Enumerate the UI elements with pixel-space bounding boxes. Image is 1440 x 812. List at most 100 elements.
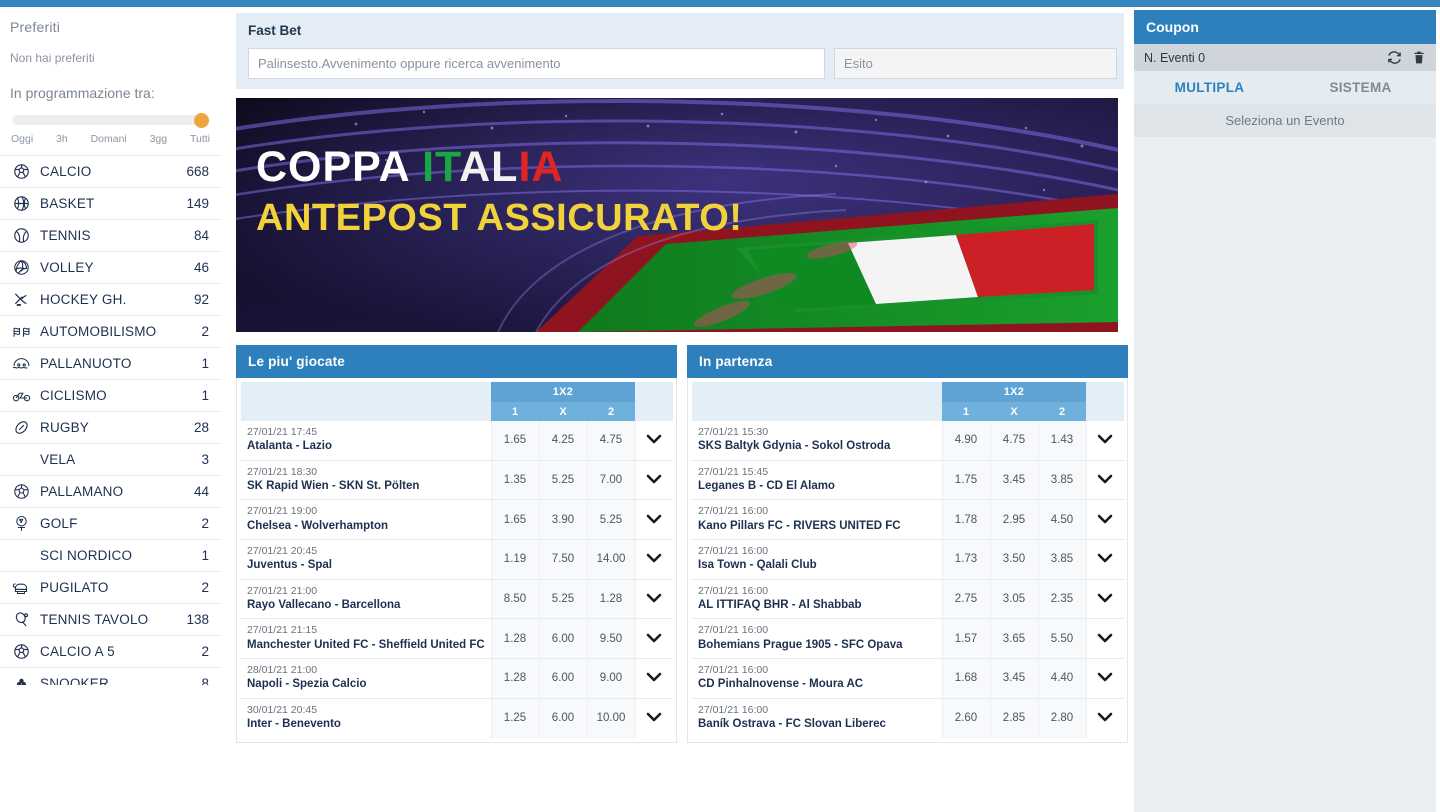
sidebar-item-rugby[interactable]: RUGBY 28 [0, 412, 221, 444]
expand-row-button[interactable] [1086, 421, 1124, 460]
event-cell[interactable]: 27/01/21 21:00 Rayo Vallecano - Barcellon… [241, 579, 492, 619]
expand-row-button[interactable] [635, 619, 673, 659]
odd-cell-x[interactable]: 2.95 [990, 499, 1039, 540]
sidebar-item-pugilato[interactable]: PUGILATO 2 [0, 572, 221, 604]
odd-cell-2[interactable]: 5.50 [1038, 618, 1087, 659]
table-row[interactable]: 27/01/21 15:45 Leganes B - CD El Alamo 1.7… [692, 460, 1124, 500]
table-row[interactable]: 27/01/21 17:45 Atalanta - Lazio 1.65 4.25 4.… [241, 421, 673, 461]
sidebar-item-pallamano[interactable]: PALLAMANO 44 [0, 476, 221, 508]
odd-cell-2[interactable]: 14.00 [587, 539, 636, 580]
odd-cell-x[interactable]: 3.90 [539, 499, 588, 540]
event-cell[interactable]: 27/01/21 15:30 SKS Baltyk Gdynia - Sokol … [692, 421, 943, 461]
refresh-icon[interactable] [1387, 50, 1402, 65]
sidebar-item-basket[interactable]: BASKET 149 [0, 188, 221, 220]
event-cell[interactable]: 27/01/21 19:00 Chelsea - Wolverhampton [241, 499, 492, 540]
sidebar-item-tennis-tavolo[interactable]: TENNIS TAVOLO 138 [0, 604, 221, 636]
table-row[interactable]: 27/01/21 16:00 AL ITTIFAQ BHR - Al Shabba… [692, 579, 1124, 619]
odd-cell-2[interactable]: 2.80 [1038, 698, 1087, 738]
sidebar-item-hockey-gh[interactable]: HOCKEY GH. 92 [0, 284, 221, 316]
odd-cell-2[interactable]: 3.85 [1038, 539, 1087, 580]
expand-row-button[interactable] [635, 421, 673, 460]
tab-sistema[interactable]: SISTEMA [1285, 71, 1436, 104]
expand-row-button[interactable] [1086, 659, 1124, 699]
schedule-slider[interactable] [12, 113, 209, 128]
odd-cell-1[interactable]: 8.50 [491, 579, 540, 619]
odd-cell-x[interactable]: 6.00 [539, 658, 588, 699]
expand-row-button[interactable] [1086, 540, 1124, 580]
table-row[interactable]: 27/01/21 21:15 Manchester United FC - She… [241, 618, 673, 659]
table-row[interactable]: 27/01/21 16:00 Kano Pillars FC - RIVERS U… [692, 499, 1124, 540]
odd-cell-2[interactable]: 1.43 [1038, 421, 1087, 461]
sidebar-item-golf[interactable]: GOLF 2 [0, 508, 221, 540]
fast-bet-event-input[interactable] [248, 48, 825, 79]
slider-label-3gg[interactable]: 3gg [150, 133, 168, 145]
sidebar-item-snooker[interactable]: SNOOKER 8 [0, 668, 221, 685]
odd-cell-2[interactable]: 4.50 [1038, 499, 1087, 540]
event-cell[interactable]: 28/01/21 21:00 Napoli - Spezia Calcio [241, 658, 492, 699]
odd-cell-1[interactable]: 2.75 [942, 579, 991, 619]
expand-row-button[interactable] [1086, 500, 1124, 540]
odd-cell-x[interactable]: 3.50 [990, 539, 1039, 580]
odd-cell-2[interactable]: 1.28 [587, 579, 636, 619]
expand-row-button[interactable] [1086, 579, 1124, 619]
odd-cell-2[interactable]: 9.00 [587, 658, 636, 699]
expand-row-button[interactable] [635, 460, 673, 500]
event-cell[interactable]: 27/01/21 16:00 Kano Pillars FC - RIVERS U… [692, 499, 943, 540]
sidebar-item-vela[interactable]: VELA 3 [0, 444, 221, 476]
slider-label-domani[interactable]: Domani [91, 133, 127, 145]
trash-icon[interactable] [1412, 50, 1426, 65]
odd-cell-2[interactable]: 4.40 [1038, 658, 1087, 699]
promo-banner[interactable]: COPPA ITALIA ANTEPOST ASSICURATO! [236, 98, 1118, 332]
odd-cell-1[interactable]: 1.65 [491, 421, 540, 461]
table-row[interactable]: 27/01/21 16:00 CD Pinhalnovense - Moura A… [692, 658, 1124, 699]
odd-cell-2[interactable]: 3.85 [1038, 460, 1087, 500]
slider-label-oggi[interactable]: Oggi [11, 133, 33, 145]
odd-cell-x[interactable]: 5.25 [539, 460, 588, 500]
slider-label-tutti[interactable]: Tutti [190, 133, 210, 145]
fast-bet-outcome-input[interactable] [834, 48, 1117, 79]
slider-label-3h[interactable]: 3h [56, 133, 68, 145]
odd-cell-x[interactable]: 7.50 [539, 539, 588, 580]
odd-cell-1[interactable]: 1.28 [491, 658, 540, 699]
odd-cell-2[interactable]: 2.35 [1038, 579, 1087, 619]
event-cell[interactable]: 27/01/21 16:00 CD Pinhalnovense - Moura A… [692, 658, 943, 699]
odd-cell-1[interactable]: 1.35 [491, 460, 540, 500]
table-row[interactable]: 27/01/21 16:00 Isa Town - Qalali Club 1.73… [692, 539, 1124, 580]
event-cell[interactable]: 27/01/21 20:45 Juventus - Spal [241, 539, 492, 580]
expand-row-button[interactable] [1086, 460, 1124, 500]
odd-cell-x[interactable]: 3.05 [990, 579, 1039, 619]
expand-row-button[interactable] [1086, 619, 1124, 659]
event-cell[interactable]: 27/01/21 15:45 Leganes B - CD El Alamo [692, 460, 943, 500]
table-row[interactable]: 27/01/21 19:00 Chelsea - Wolverhampton 1.6… [241, 499, 673, 540]
odd-cell-2[interactable]: 7.00 [587, 460, 636, 500]
odd-cell-x[interactable]: 4.75 [990, 421, 1039, 461]
event-cell[interactable]: 27/01/21 21:15 Manchester United FC - She… [241, 618, 492, 659]
odd-cell-x[interactable]: 3.45 [990, 460, 1039, 500]
odd-cell-x[interactable]: 2.85 [990, 698, 1039, 738]
table-row[interactable]: 27/01/21 20:45 Juventus - Spal 1.19 7.50 14.… [241, 539, 673, 580]
event-cell[interactable]: 27/01/21 16:00 Isa Town - Qalali Club [692, 539, 943, 580]
sidebar-item-calcio-a-5[interactable]: CALCIO A 5 2 [0, 636, 221, 668]
table-row[interactable]: 27/01/21 15:30 SKS Baltyk Gdynia - Sokol … [692, 421, 1124, 461]
event-cell[interactable]: 27/01/21 16:00 AL ITTIFAQ BHR - Al Shabba… [692, 579, 943, 619]
sidebar-item-automobilismo[interactable]: AUTOMOBILISMO 2 [0, 316, 221, 348]
expand-row-button[interactable] [635, 500, 673, 540]
expand-row-button[interactable] [635, 698, 673, 737]
odd-cell-x[interactable]: 6.00 [539, 698, 588, 738]
odd-cell-1[interactable]: 1.75 [942, 460, 991, 500]
odd-cell-1[interactable]: 1.65 [491, 499, 540, 540]
table-row[interactable]: 30/01/21 20:45 Inter - Benevento 1.25 6.00 1… [241, 698, 673, 738]
table-row[interactable]: 27/01/21 21:00 Rayo Vallecano - Barcellon… [241, 579, 673, 619]
expand-row-button[interactable] [635, 579, 673, 619]
table-row[interactable]: 28/01/21 21:00 Napoli - Spezia Calcio 1.28… [241, 658, 673, 699]
odd-cell-2[interactable]: 10.00 [587, 698, 636, 738]
event-cell[interactable]: 30/01/21 20:45 Inter - Benevento [241, 698, 492, 738]
odd-cell-1[interactable]: 1.68 [942, 658, 991, 699]
odd-cell-1[interactable]: 1.57 [942, 618, 991, 659]
sidebar-item-sci-nordico[interactable]: SCI NORDICO 1 [0, 540, 221, 572]
expand-row-button[interactable] [1086, 698, 1124, 737]
expand-row-button[interactable] [635, 540, 673, 580]
sidebar-item-ciclismo[interactable]: CICLISMO 1 [0, 380, 221, 412]
event-cell[interactable]: 27/01/21 18:30 SK Rapid Wien - SKN St. Pö… [241, 460, 492, 500]
sidebar-item-tennis[interactable]: TENNIS 84 [0, 220, 221, 252]
